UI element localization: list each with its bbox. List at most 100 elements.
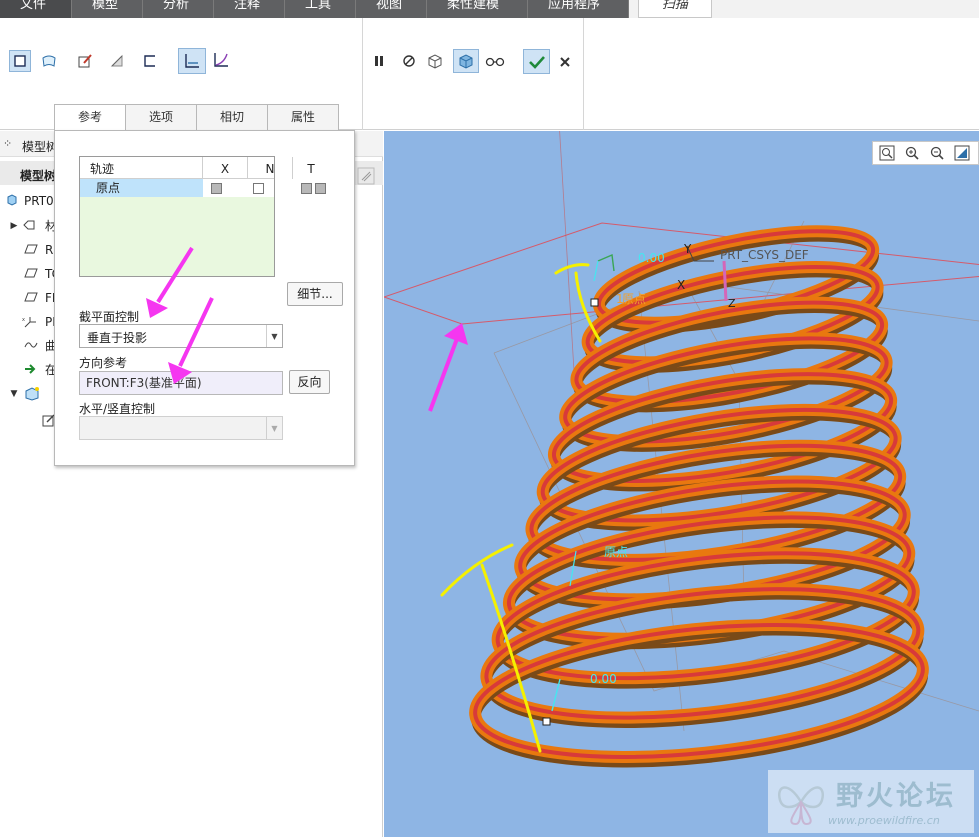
ribbon-tab-bar: 文件 模型 分析 注释 工具 视图 柔性建模 应用程序 扫描 (0, 0, 979, 18)
tab-sweep[interactable]: 扫描 (638, 0, 712, 18)
watermark-url: www.proewildfire.cn (828, 814, 940, 827)
tree-item[interactable]: FF (0, 288, 60, 308)
model-tree-subtitle: 模型树 (20, 169, 57, 183)
horiz-vert-control-label: 水平/竖直控制 (79, 402, 156, 416)
model-tree-title: 模型树 (22, 140, 59, 154)
tab-options[interactable]: 选项 (125, 104, 197, 130)
tab-file[interactable]: 文件 (0, 0, 72, 18)
origin-mid-label: 原点 (604, 545, 628, 559)
tab-annotate[interactable]: 注释 (214, 0, 285, 18)
ribbon-separator (362, 18, 363, 130)
preview-solid-icon[interactable] (453, 49, 479, 73)
bottom-value-label: 0.00 (590, 672, 617, 686)
tree-item[interactable]: 曲 (0, 336, 60, 356)
tree-root-label: PRT0 (24, 194, 54, 208)
top-value-label: 0.00 (638, 251, 665, 265)
no-preview-icon[interactable] (398, 50, 420, 72)
insert-arrow-icon (24, 363, 38, 377)
preview-wireframe-icon[interactable] (424, 50, 446, 72)
axis-z-label: Z (728, 297, 736, 310)
tab-references[interactable]: 参考 (54, 104, 126, 131)
col-x: X (203, 157, 248, 179)
tree-item-sweep[interactable]: ▼ (0, 384, 60, 404)
tree-item[interactable]: RI (0, 240, 60, 260)
start-point-top[interactable] (590, 298, 599, 307)
model-scene[interactable]: Y X Z PRT_CSYS_DEF 0.00 原点 1 原点 0.00 (384, 131, 979, 837)
references-panel: 轨迹 X N T 原点 细节... 截平面控制 垂直于投影 ▼ 方向参考 FRO… (54, 130, 355, 466)
col-t: T (307, 162, 315, 176)
csys-icon: x (22, 315, 36, 329)
x-checkbox[interactable] (211, 183, 222, 194)
solid-icon[interactable] (9, 50, 31, 72)
spring-coils (469, 225, 929, 768)
reverse-button[interactable]: 反向 (289, 370, 330, 394)
col-trajectory: 轨迹 (80, 157, 203, 179)
datum-plane-icon (24, 243, 38, 257)
origin-top-label: 原点 (622, 292, 646, 306)
tree-item[interactable]: 在 (0, 360, 60, 380)
tab-properties[interactable]: 属性 (267, 104, 339, 130)
cancel-x-icon[interactable] (554, 51, 576, 73)
tree-filter-icon[interactable] (357, 167, 375, 187)
tree-item[interactable]: x PI (0, 312, 60, 332)
variable-section-icon[interactable] (210, 49, 232, 71)
remove-material-icon[interactable] (106, 50, 128, 72)
horiz-vert-control-select[interactable]: ▼ (79, 416, 283, 440)
tab-applications[interactable]: 应用程序 (528, 0, 629, 18)
chevron-down-icon: ▼ (266, 325, 282, 347)
direction-ref-label: 方向参考 (79, 356, 128, 370)
datum-plane-icon (24, 291, 38, 305)
tab-model[interactable]: 模型 (72, 0, 143, 18)
csys-name-label: PRT_CSYS_DEF (720, 248, 809, 262)
sketch-edit-icon[interactable] (74, 50, 96, 72)
graphics-viewport[interactable]: Y X Z PRT_CSYS_DEF 0.00 原点 1 原点 0.00 (384, 131, 979, 837)
datum-plane-icon (24, 267, 38, 281)
verify-glasses-icon[interactable] (484, 50, 506, 72)
section-plane-control-select[interactable]: 垂直于投影 ▼ (79, 324, 283, 348)
col-n: N (248, 157, 293, 179)
t-checkbox-2[interactable] (315, 183, 326, 194)
display-style-icon[interactable] (951, 143, 973, 163)
surface-icon[interactable] (38, 50, 60, 72)
section-plane-control-label: 截平面控制 (79, 310, 140, 324)
ribbon-separator (583, 18, 584, 130)
tab-flexible-modeling[interactable]: 柔性建模 (427, 0, 528, 18)
zoom-in-icon[interactable] (901, 143, 923, 163)
zoom-out-icon[interactable] (926, 143, 948, 163)
trajectory-name: 原点 (80, 179, 203, 197)
svg-text:x: x (22, 317, 25, 323)
ok-check-icon[interactable] (523, 49, 550, 74)
details-button[interactable]: 细节... (287, 282, 343, 306)
expand-arrow-icon[interactable]: ▶ (7, 219, 21, 233)
tree-hierarchy-icon[interactable]: ⁘ (3, 137, 12, 150)
view-toolbar (872, 141, 979, 165)
watermark-title: 野火论坛 (836, 781, 956, 812)
part-icon (5, 194, 19, 208)
t-checkbox-1[interactable] (301, 183, 312, 194)
n-checkbox[interactable] (253, 183, 264, 194)
constant-section-icon[interactable] (178, 48, 206, 74)
layer-icon (22, 219, 36, 233)
chevron-down-icon: ▼ (266, 417, 282, 439)
tree-item[interactable]: TC (0, 264, 60, 284)
forum-watermark: 野火论坛 www.proewildfire.cn (768, 770, 974, 833)
pause-icon[interactable] (368, 50, 390, 72)
tab-analysis[interactable]: 分析 (143, 0, 214, 18)
sweep-feature-icon (24, 387, 39, 401)
curve-icon (24, 339, 38, 353)
tree-item-sketch[interactable] (0, 410, 60, 430)
thicken-icon[interactable] (139, 50, 161, 72)
magenta-arrow-viewport (428, 323, 468, 412)
trajectory-curve (597, 253, 615, 272)
trajectory-table-header: 轨迹 X N T (80, 157, 315, 179)
direction-ref-field[interactable]: FRONT:F3(基准平面) (79, 371, 283, 395)
collapse-arrow-icon[interactable]: ▼ (7, 387, 21, 401)
tab-tangency[interactable]: 相切 (196, 104, 268, 130)
table-row[interactable]: 原点 (80, 179, 326, 197)
trajectory-table: 轨迹 X N T 原点 (79, 156, 326, 277)
tab-view[interactable]: 视图 (356, 0, 427, 18)
tree-item[interactable]: ▶ 材 (0, 216, 60, 236)
refit-icon[interactable] (876, 143, 898, 163)
tab-tools[interactable]: 工具 (285, 0, 356, 18)
start-point-bottom[interactable] (542, 717, 551, 726)
